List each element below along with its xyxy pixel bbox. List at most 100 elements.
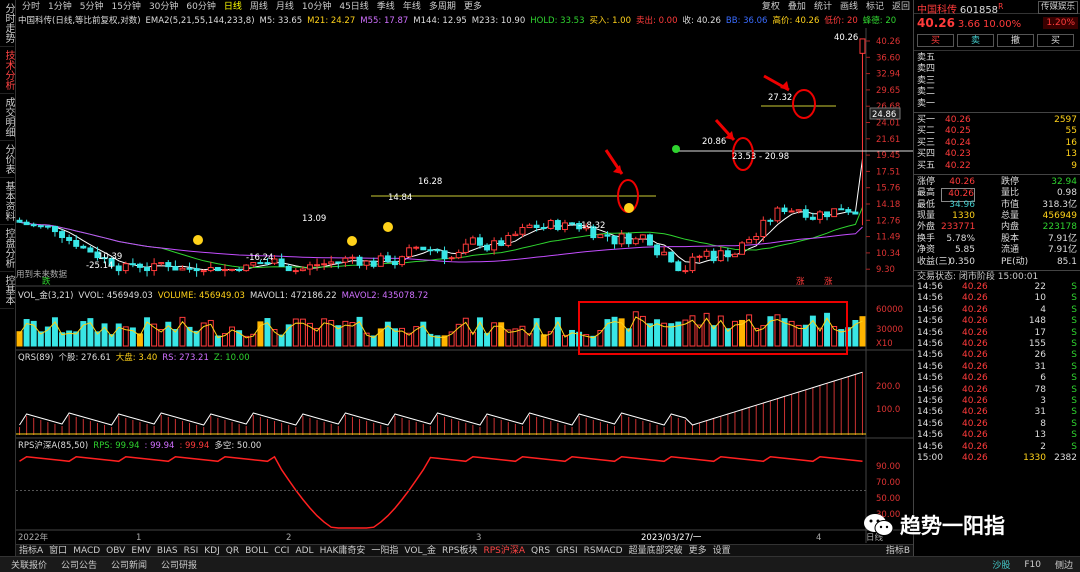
buy-level-row[interactable]: 买三 40.24 16 (917, 138, 1077, 149)
candle-body (285, 265, 292, 272)
period-tab[interactable]: 60分钟 (182, 0, 219, 14)
indicator-tab[interactable]: KDJ (201, 545, 223, 557)
tick-qty: 3 (1040, 395, 1046, 406)
footer-f10[interactable]: F10 (1017, 560, 1048, 570)
candle-body (349, 256, 356, 259)
period-tab[interactable]: 30分钟 (145, 0, 182, 14)
legend-hold: HOLD: 33.53 (530, 16, 585, 26)
period-tab[interactable]: 45日线 (335, 0, 372, 14)
indicator-tab[interactable]: EMV (128, 545, 154, 557)
chart-annotation: 涨 (824, 276, 833, 287)
left-tab-control[interactable]: 控盘分析 (0, 225, 14, 272)
chart-tool-button[interactable]: 统计 (810, 0, 836, 14)
indicator-tab[interactable]: RSI (181, 545, 202, 557)
indicator-tab[interactable]: RSMACD (581, 545, 626, 557)
left-tab-trades[interactable]: 成交明细 (0, 94, 14, 141)
vol-legend: VOL_金(3,21) VVOL: 456949.03 VOLUME: 4569… (18, 290, 428, 302)
period-tab[interactable]: 多周期 (425, 0, 460, 14)
buy2-button[interactable]: 买 (1037, 34, 1074, 47)
indicator-b-tab[interactable]: 指标B (883, 545, 913, 557)
left-tab-technical[interactable]: 技术分析 (0, 47, 14, 94)
period-tab[interactable]: 1分钟 (44, 0, 76, 14)
footer-announce[interactable]: 公司公告 (54, 558, 104, 571)
left-tab-realtime[interactable]: 分时走势 (0, 0, 14, 47)
indicator-tab[interactable]: CCI (271, 545, 292, 557)
buy-level-row[interactable]: 买一 40.26 2597 (917, 115, 1077, 126)
last-price: 40.26 (917, 16, 955, 30)
kline-chart[interactable]: 40.2636.6032.9429.6526.6824.0121.6119.45… (16, 28, 913, 543)
legend-low: 低价: 20 (824, 16, 858, 26)
sell-level-row[interactable]: 卖四 (917, 64, 1077, 75)
footer-news[interactable]: 公司新闻 (104, 558, 154, 571)
period-tab[interactable]: 更多 (460, 0, 486, 14)
indicator-tab[interactable]: BOLL (242, 545, 271, 557)
buy-level-row[interactable]: 买五 40.22 9 (917, 161, 1077, 172)
tick-row: 14:56 40.26 10 S (917, 293, 1077, 304)
left-tab-price-table[interactable]: 分价表 (0, 141, 14, 178)
sell-level-label: 卖二 (917, 87, 936, 98)
indicator-tab[interactable]: 指标A (16, 545, 46, 557)
chart-tool-button[interactable]: 画线 (836, 0, 862, 14)
period-tab[interactable]: 季线 (373, 0, 399, 14)
stat-label: 最低 (917, 199, 936, 210)
candle-body (87, 247, 94, 253)
stat-row: 现量 1330 总量 456949 (917, 211, 1077, 222)
chart-annotation: -25.14 (86, 261, 113, 271)
indicator-tab[interactable]: ADL (292, 545, 316, 557)
period-tab[interactable]: 5分钟 (76, 0, 108, 14)
buy-button[interactable]: 买 (917, 34, 954, 47)
period-tab[interactable]: 15分钟 (107, 0, 144, 14)
buy-level-row[interactable]: 买四 40.23 13 (917, 149, 1077, 160)
indicator-tab[interactable]: QR (223, 545, 242, 557)
candle-body (491, 240, 498, 251)
footer-research[interactable]: 公司研报 (154, 558, 204, 571)
indicator-tab[interactable]: 超量底部突破 (626, 545, 686, 557)
stat-label: 最高 (917, 188, 936, 199)
tick-list[interactable]: 14:56 40.26 22 S 14:56 40.26 10 S 14:56 40.26 4 S 14… (914, 282, 1080, 464)
sell-level-row[interactable]: 卖五 (917, 53, 1077, 64)
indicator-tab[interactable]: 更多 (686, 545, 710, 557)
period-tab[interactable]: 月线 (272, 0, 298, 14)
footer-sand[interactable]: 沙股 (985, 558, 1017, 571)
indicator-tab[interactable]: GRSI (553, 545, 581, 557)
sell-button[interactable]: 卖 (957, 34, 994, 47)
tick-side: S (1071, 327, 1077, 338)
buy-level-row[interactable]: 买二 40.25 55 (917, 126, 1077, 137)
period-tab[interactable]: 年线 (399, 0, 425, 14)
indicator-tab[interactable]: OBV (103, 545, 128, 557)
period-tab[interactable]: 周线 (246, 0, 272, 14)
cancel-button[interactable]: 撤 (997, 34, 1034, 47)
left-tab-basic[interactable]: 控基本 (0, 272, 14, 309)
left-tab-profile[interactable]: 基本资料 (0, 178, 14, 225)
tick-time: 14:56 (917, 407, 943, 418)
candle-body (66, 237, 73, 241)
indicator-tab[interactable]: 设置 (710, 545, 734, 557)
period-tab[interactable]: 10分钟 (298, 0, 335, 14)
sell-level-row[interactable]: 卖一 (917, 99, 1077, 110)
footer-quote[interactable]: 关联报价 (4, 558, 54, 571)
indicator-tab[interactable]: 窗口 (46, 545, 70, 557)
sector-tag[interactable]: 传媒娱乐 (1037, 1, 1078, 14)
sell-level-row[interactable]: 卖三 (917, 76, 1077, 87)
buy-level-qty: 16 (1065, 137, 1077, 148)
tick-side: S (1071, 338, 1077, 349)
indicator-tab[interactable]: HAK庸奇安 (317, 545, 369, 557)
indicator-tab[interactable]: RPS沪深A (480, 545, 528, 557)
chart-tool-button[interactable]: 叠加 (784, 0, 810, 14)
indicator-tab[interactable]: MACD (70, 545, 103, 557)
sell-level-row[interactable]: 卖二 (917, 87, 1077, 98)
indicator-tab[interactable]: 一阳指 (368, 545, 401, 557)
indicator-tab[interactable]: RPS板块 (439, 545, 480, 557)
indicator-tab[interactable]: VOL_金 (401, 545, 439, 557)
chart-tool-button[interactable]: 返回 (888, 0, 914, 14)
tick-time: 14:56 (917, 316, 943, 327)
period-tab[interactable]: 分时 (18, 0, 44, 14)
indicator-tab[interactable]: BIAS (154, 545, 181, 557)
chart-tool-button[interactable]: 复权 (758, 0, 784, 14)
stat-label-2: 量比 (1001, 188, 1020, 199)
indicator-tab[interactable]: QRS (528, 545, 553, 557)
footer-side[interactable]: 侧边 (1048, 558, 1080, 571)
period-tab[interactable]: 日线 (220, 0, 246, 14)
chart-tool-button[interactable]: 标记 (862, 0, 888, 14)
stat-label-2: 市值 (1001, 199, 1020, 210)
